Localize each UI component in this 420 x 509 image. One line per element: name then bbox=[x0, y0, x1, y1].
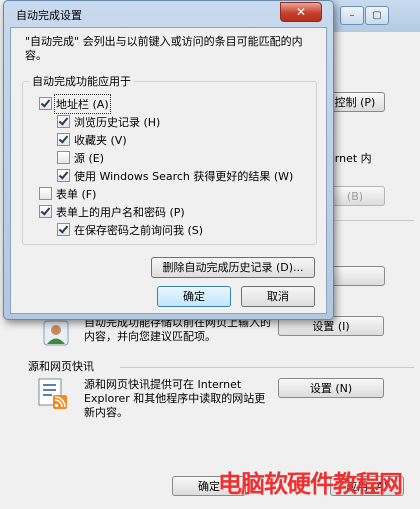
checkbox-feeds[interactable] bbox=[57, 151, 70, 164]
bottom-ok-label: 确定 bbox=[198, 480, 220, 493]
delete-history-label: 删除自动完成历史记录 (D)... bbox=[162, 261, 304, 274]
option-ask-before-saving[interactable]: 在保存密码之前询问我 (S) bbox=[57, 222, 203, 237]
option-label: 源 (E) bbox=[74, 151, 105, 165]
feeds-description: 源和网页快讯提供可在 Internet Explorer 和其他程序中读取的网站… bbox=[84, 378, 266, 419]
maximize-icon: ▢ bbox=[372, 10, 382, 21]
option-label: 使用 Windows Search 获得更好的结果 (W) bbox=[74, 169, 294, 183]
control-button[interactable]: 控制 (P) bbox=[325, 92, 385, 112]
internet-text: ernet 内 bbox=[328, 152, 372, 165]
autocomplete-settings-label: 设置 (I) bbox=[312, 320, 350, 333]
ok-button[interactable]: 确定 bbox=[157, 286, 231, 307]
option-browsing-history[interactable]: 浏览历史记录 (H) bbox=[57, 114, 160, 129]
dialog-body: "自动完成" 会列出与以前键入或访问的条目可能匹配的内容。 自动完成功能应用于 … bbox=[10, 27, 327, 314]
option-usernames-passwords[interactable]: 表单上的用户名和密码 (P) bbox=[39, 204, 185, 219]
disabled-button-label: (B) bbox=[346, 190, 364, 203]
ok-label: 确定 bbox=[183, 290, 205, 303]
user-icon bbox=[42, 318, 72, 348]
control-button-label: 控制 (P) bbox=[334, 96, 376, 109]
option-label: 浏览历史记录 (H) bbox=[74, 115, 161, 129]
partial-settings-button[interactable] bbox=[325, 266, 385, 286]
option-label: 表单 (F) bbox=[56, 187, 97, 201]
dialog-title: 自动完成设置 bbox=[16, 9, 82, 22]
option-label: 在保存密码之前询问我 (S) bbox=[74, 223, 204, 237]
maximize-button[interactable]: ▢ bbox=[365, 6, 389, 25]
checkbox-windows-search[interactable] bbox=[57, 169, 70, 182]
checkbox-address-bar[interactable] bbox=[39, 97, 52, 110]
checkbox-ask-before-saving[interactable] bbox=[57, 223, 70, 236]
option-forms[interactable]: 表单 (F) bbox=[39, 186, 96, 201]
option-favorites[interactable]: 收藏夹 (V) bbox=[57, 132, 127, 147]
feeds-settings-button[interactable]: 设置 (N) bbox=[278, 378, 384, 398]
dialog-description: "自动完成" 会列出与以前键入或访问的条目可能匹配的内容。 bbox=[25, 35, 303, 62]
checkbox-forms[interactable] bbox=[39, 187, 52, 200]
close-icon: ✕ bbox=[295, 5, 307, 19]
section-divider bbox=[332, 220, 414, 221]
option-label: 地址栏 (A) bbox=[54, 93, 111, 114]
autocomplete-description: 自动完成功能存储以前在网页上输入的内容，并向您建议匹配项。 bbox=[84, 316, 271, 343]
feeds-settings-label: 设置 (N) bbox=[309, 382, 353, 395]
checkbox-browsing-history[interactable] bbox=[57, 115, 70, 128]
delete-history-button[interactable]: 删除自动完成历史记录 (D)... bbox=[151, 257, 315, 278]
autocomplete-settings-dialog: 自动完成设置 ✕ "自动完成" 会列出与以前键入或访问的条目可能匹配的内容。 自… bbox=[3, 0, 334, 320]
feeds-section-title: 源和网页快讯 bbox=[28, 360, 94, 373]
minimize-button[interactable]: – bbox=[340, 6, 364, 25]
feeds-icon bbox=[38, 378, 70, 410]
minimize-icon: – bbox=[349, 10, 355, 21]
watermark-text: 电脑软硬件教程网 bbox=[218, 470, 403, 498]
options-group-label: 自动完成功能应用于 bbox=[29, 73, 134, 89]
option-address-bar[interactable]: 地址栏 (A) bbox=[39, 93, 111, 114]
section-divider bbox=[120, 367, 414, 368]
disabled-button[interactable]: (B) bbox=[325, 186, 385, 206]
option-feeds[interactable]: 源 (E) bbox=[57, 150, 104, 165]
close-button[interactable]: ✕ bbox=[280, 2, 322, 22]
cancel-button[interactable]: 取消 bbox=[241, 286, 315, 307]
cancel-label: 取消 bbox=[267, 290, 289, 303]
option-label: 收藏夹 (V) bbox=[74, 133, 127, 147]
checkbox-favorites[interactable] bbox=[57, 133, 70, 146]
option-label: 表单上的用户名和密码 (P) bbox=[56, 205, 185, 219]
checkbox-usernames-passwords[interactable] bbox=[39, 205, 52, 218]
option-windows-search[interactable]: 使用 Windows Search 获得更好的结果 (W) bbox=[57, 168, 293, 183]
